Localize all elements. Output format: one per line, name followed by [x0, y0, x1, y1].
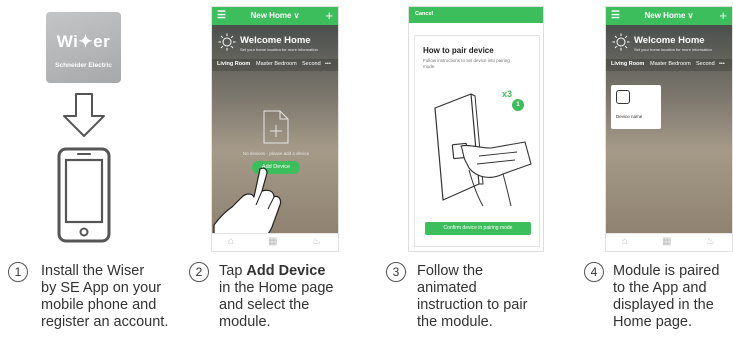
welcome-subtitle: Set your home location for more informat…	[240, 47, 318, 52]
pairing-card: How to pair device Follow instructions t…	[414, 35, 540, 247]
step-2-line: and select the	[219, 297, 310, 313]
sun-icon	[218, 33, 236, 51]
tab-second[interactable]: Second	[302, 61, 321, 67]
bottom-nav: ⌂ ▦ ♨	[606, 233, 732, 251]
settings-nav-icon[interactable]: ♨	[312, 236, 321, 247]
smartphone-icon	[57, 147, 111, 243]
tab-more[interactable]: •••	[719, 61, 725, 67]
tab-second[interactable]: Second	[696, 61, 715, 67]
step-3-screenshot: Cancel How to pair device Follow instruc…	[408, 6, 544, 252]
tab-master-bedroom[interactable]: Master Bedroom	[256, 61, 297, 67]
step-4-line: to the App and	[613, 280, 707, 296]
welcome-subtitle: Set your home location for more informat…	[634, 47, 712, 52]
welcome-title: Welcome Home	[240, 35, 311, 46]
home-title[interactable]: New Home ∨	[212, 11, 338, 20]
welcome-title: Welcome Home	[634, 35, 705, 46]
step-3-line: animated	[417, 280, 477, 296]
step-3-number: 3	[386, 262, 406, 282]
device-name: Device name	[616, 114, 643, 119]
home-nav-icon[interactable]: ⌂	[228, 236, 234, 247]
app-icon-maker: Schneider Electric	[55, 62, 112, 69]
tab-living-room[interactable]: Living Room	[217, 61, 250, 67]
step-marker: 1	[512, 99, 524, 111]
pairing-subtitle: Follow instructions to set device into p…	[423, 58, 510, 69]
step-4-text: Module is paired to the App and displaye…	[613, 263, 731, 331]
step-2-line: Tap Add Device	[219, 263, 369, 280]
settings-nav-icon[interactable]: ♨	[706, 236, 715, 247]
pairing-header: Cancel	[409, 7, 543, 23]
tab-more[interactable]: •••	[325, 61, 331, 67]
home-background: Welcome Home Set your home location for …	[606, 25, 732, 233]
cancel-link[interactable]: Cancel	[415, 11, 433, 17]
empty-state-text: No devices - please add a device	[242, 151, 310, 156]
confirm-pairing-button[interactable]: Confirm device in pairing mode	[425, 222, 531, 235]
step-2-bold: Add Device	[246, 263, 326, 279]
room-tabs: Living Room Master Bedroom Second •••	[606, 59, 732, 71]
bottom-nav: ⌂ ▦ ♨	[212, 233, 338, 251]
step-4-screenshot: ☰ New Home ∨ + Welcome Home Set your hom…	[605, 6, 733, 252]
empty-device-icon	[263, 110, 289, 144]
wiser-app-icon: Wi✦er Schneider Electric	[46, 12, 121, 83]
step-4-number: 4	[584, 262, 604, 282]
app-header: ☰ New Home ∨ +	[606, 7, 732, 25]
step-2-text: Tap Add Device in the Home page and sele…	[219, 263, 369, 331]
step-2-line: module.	[219, 314, 271, 330]
step-2-line: in the Home page	[219, 280, 334, 296]
step-4-line: displayed in the	[613, 297, 714, 313]
step-4-line: Home page.	[613, 314, 692, 330]
step-3-line: instruction to pair	[417, 297, 528, 313]
add-icon[interactable]: +	[719, 8, 727, 23]
step-1-number: 1	[8, 262, 28, 282]
step-1-line: Install the Wiser	[41, 263, 145, 279]
add-icon[interactable]: +	[325, 8, 333, 23]
device-tile[interactable]: Device name	[611, 85, 661, 129]
step-1-text: Install the Wiser by SE App on your mobi…	[41, 263, 191, 331]
down-arrow-icon	[63, 93, 105, 137]
step-2-screenshot: ☰ New Home ∨ + Welcome Home Set your hom…	[211, 6, 339, 252]
step-1-line: register an account.	[41, 314, 169, 330]
step-1-line: mobile phone and	[41, 297, 157, 313]
home-background: Welcome Home Set your home location for …	[212, 25, 338, 251]
tab-living-room[interactable]: Living Room	[611, 61, 644, 67]
step-1-line: by SE App on your	[41, 280, 162, 296]
step-3-line: the module.	[417, 314, 493, 330]
devices-nav-icon[interactable]: ▦	[268, 236, 277, 247]
device-switch-icon	[616, 90, 630, 104]
home-nav-icon[interactable]: ⌂	[622, 236, 628, 247]
step-3-text: Follow the animated instruction to pair …	[417, 263, 567, 331]
sun-icon	[612, 33, 630, 51]
app-header: ☰ New Home ∨ +	[212, 7, 338, 25]
step-2-number: 2	[189, 262, 209, 282]
step-2-prefix: Tap	[219, 263, 247, 279]
app-icon-brand: Wi✦er	[56, 32, 111, 51]
step-3-line: Follow the	[417, 263, 484, 279]
devices-nav-icon[interactable]: ▦	[662, 236, 671, 247]
tab-master-bedroom[interactable]: Master Bedroom	[650, 61, 691, 67]
pairing-title: How to pair device	[423, 46, 494, 55]
step-4-line: Module is paired	[613, 263, 720, 279]
home-title[interactable]: New Home ∨	[606, 11, 732, 20]
room-tabs: Living Room Master Bedroom Second •••	[212, 59, 338, 71]
